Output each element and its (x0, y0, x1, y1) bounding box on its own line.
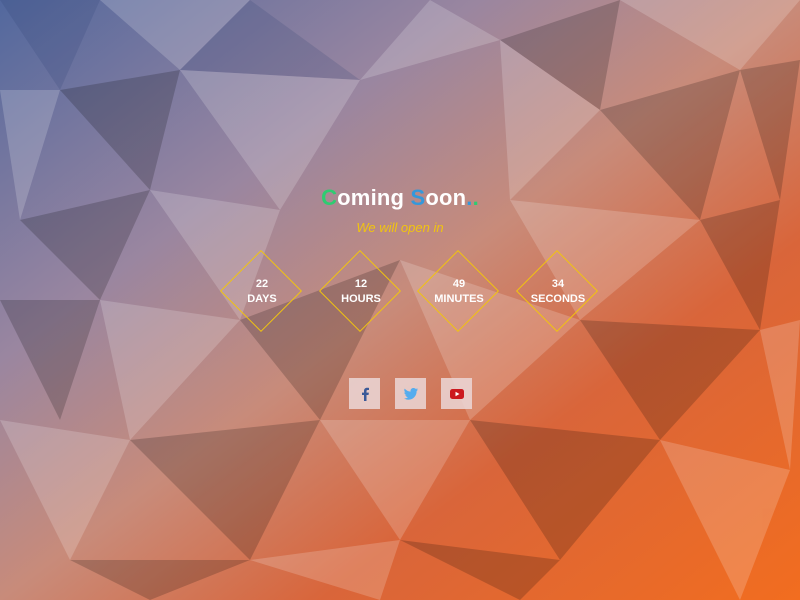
countdown-seconds: 34 SECONDS (515, 249, 601, 335)
social-links (0, 378, 800, 409)
countdown-timer: 22 DAYS 12 HOURS 49 MINUTES 34 SECONDS (0, 249, 800, 335)
diamond-frame (318, 249, 402, 333)
diamond-frame (219, 249, 303, 333)
countdown-label: HOURS (341, 293, 381, 305)
coming-soon-page: Coming Soon.. We will open in 22 DAYS 12… (0, 0, 800, 600)
countdown-label: DAYS (247, 293, 277, 305)
title-dot-2: . (472, 185, 479, 210)
countdown-value: 34 (551, 278, 565, 290)
page-title: Coming Soon.. (0, 185, 800, 211)
countdown-hours: 12 HOURS (318, 249, 404, 335)
facebook-icon (361, 387, 369, 401)
title-text-1: oming (337, 185, 411, 210)
subtitle: We will open in (356, 220, 444, 235)
twitter-button[interactable] (395, 378, 426, 409)
youtube-button[interactable] (441, 378, 472, 409)
title-second-letter: S (410, 185, 426, 210)
countdown-value: 22 (255, 278, 269, 290)
countdown-days: 22 DAYS (219, 249, 305, 335)
countdown-value: 12 (354, 278, 368, 290)
facebook-button[interactable] (349, 378, 380, 409)
youtube-icon (449, 388, 464, 399)
countdown-minutes: 49 MINUTES (416, 249, 502, 335)
countdown-label: SECONDS (530, 293, 586, 305)
title-first-letter: C (321, 185, 338, 210)
diamond-frame (416, 249, 500, 333)
diamond-frame (515, 249, 599, 333)
title-text-2: oon (425, 185, 467, 210)
countdown-label: MINUTES (434, 293, 484, 305)
countdown-value: 49 (452, 278, 466, 290)
twitter-icon (403, 387, 418, 400)
